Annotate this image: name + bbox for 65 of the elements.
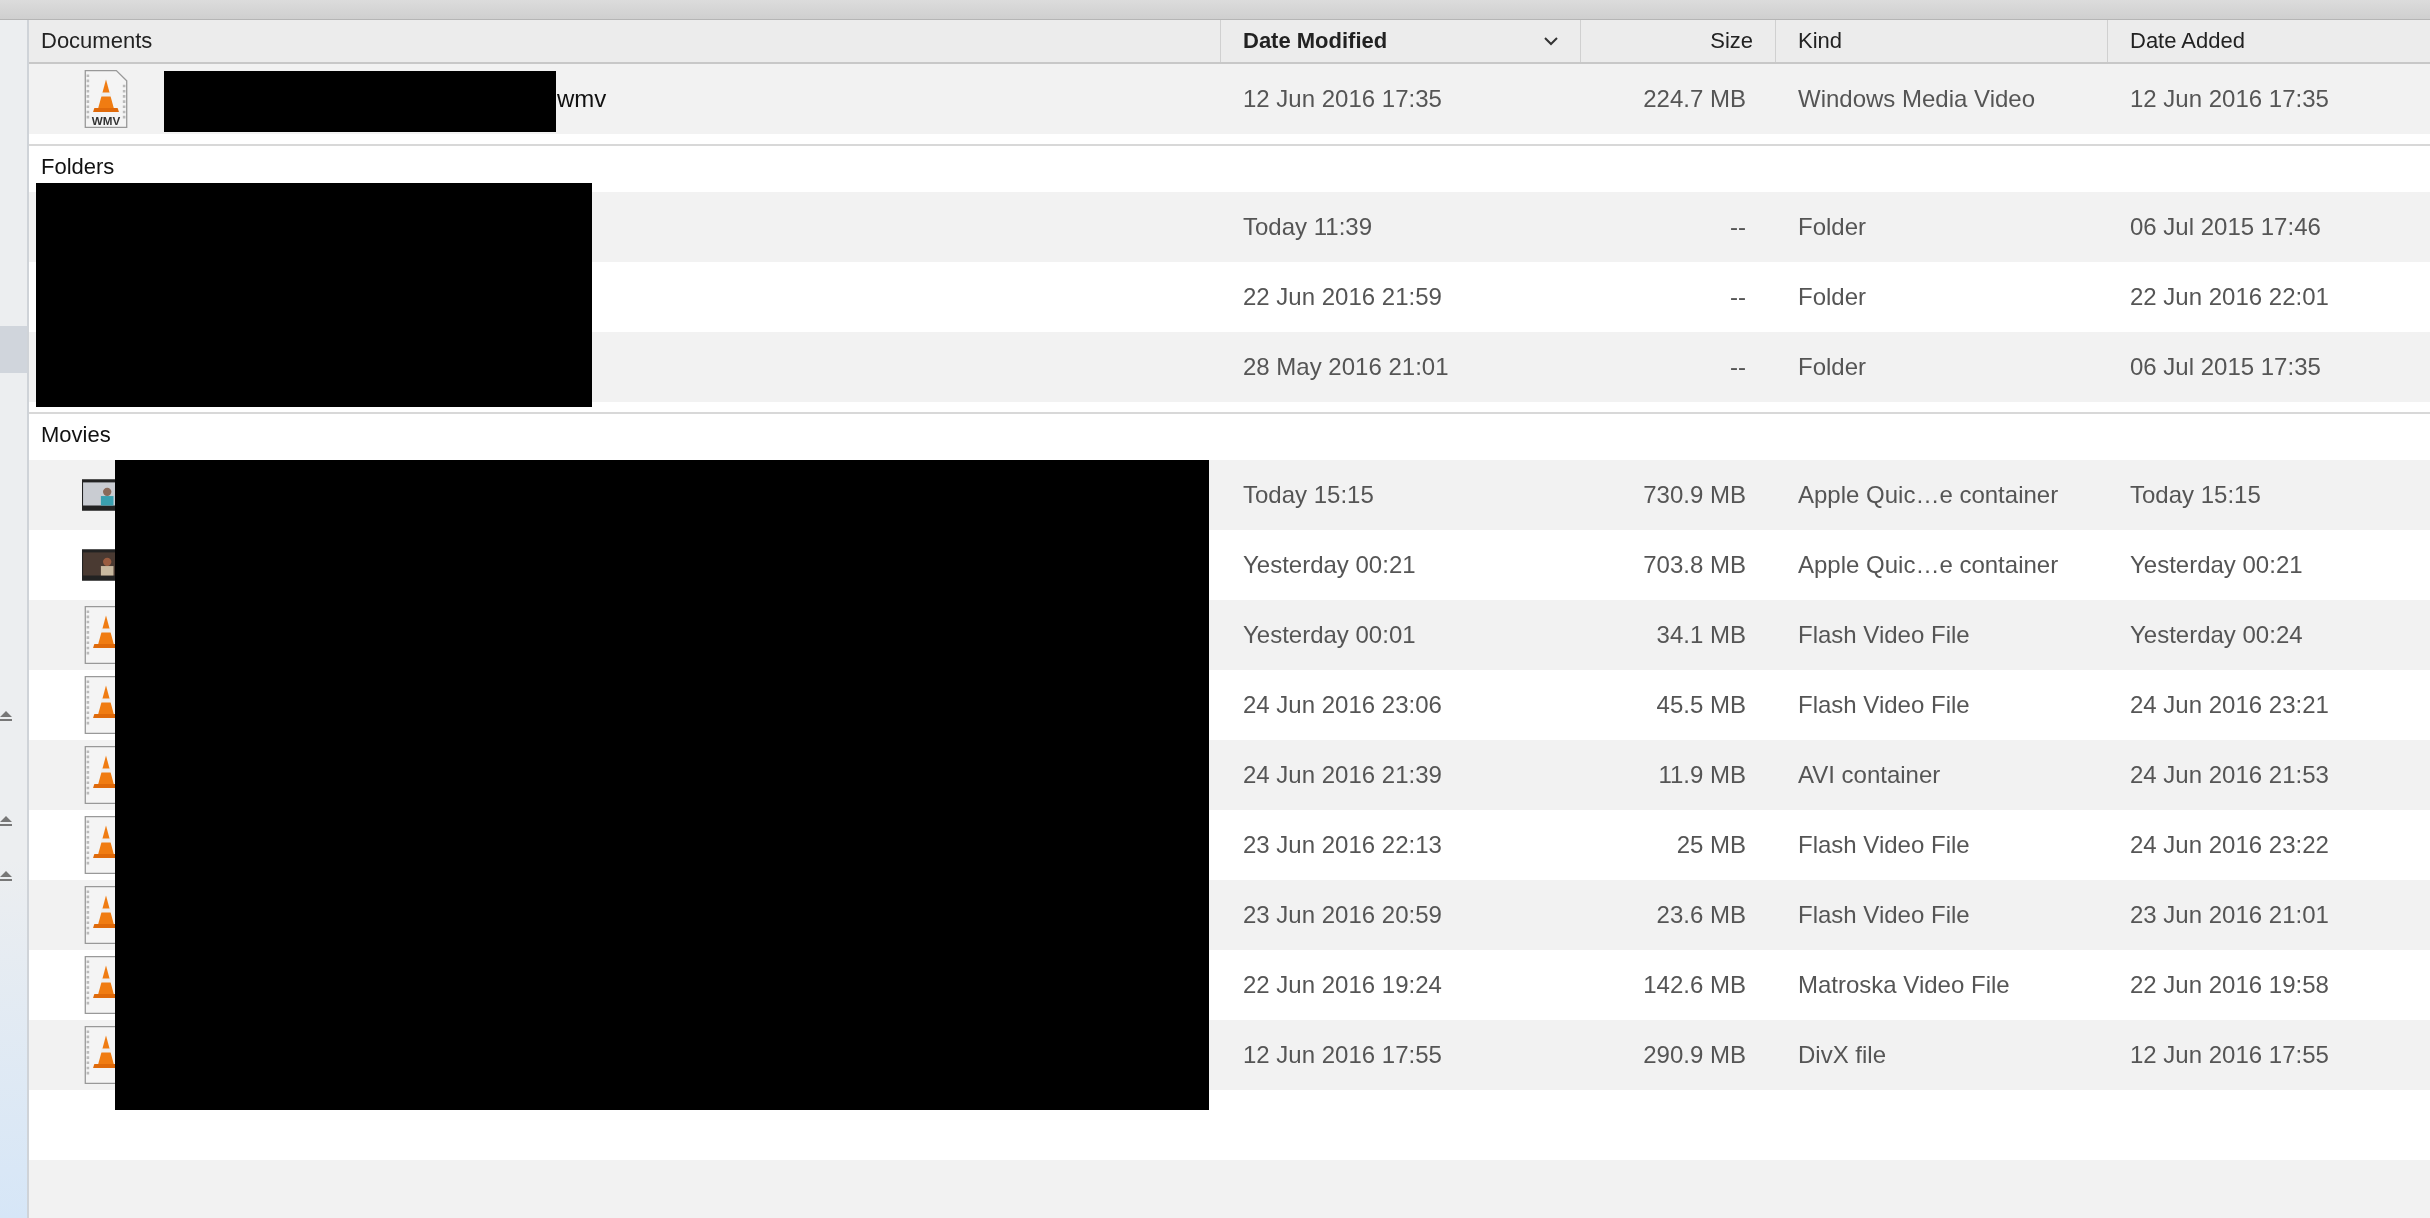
table-cell: Flash Video File xyxy=(1798,831,1970,859)
table-cell: 22 Jun 2016 21:59 xyxy=(1243,283,1442,311)
column-header[interactable]: Kind xyxy=(1776,20,2108,62)
group-title: Movies xyxy=(41,422,111,448)
table-cell: Apple Quic…e container xyxy=(1798,551,2059,579)
table-cell: 224.7 MB xyxy=(1643,85,1746,113)
file-name: wmv xyxy=(557,85,607,113)
table-cell: 290.9 MB xyxy=(1643,1041,1746,1069)
table-cell: 24 Jun 2016 23:22 xyxy=(2130,831,2329,859)
table-cell: Matroska Video File xyxy=(1798,971,2010,999)
table-cell: Today 15:15 xyxy=(1243,481,1374,509)
table-cell: 22 Jun 2016 19:24 xyxy=(1243,971,1442,999)
table-cell: Folder xyxy=(1798,283,1867,311)
table-cell: DivX file xyxy=(1798,1041,1887,1069)
table-cell: 45.5 MB xyxy=(1656,691,1746,719)
table-cell: AVI container xyxy=(1798,761,1941,789)
table-cell: 22 Jun 2016 22:01 xyxy=(2130,283,2329,311)
column-header[interactable]: Date Added xyxy=(2108,20,2430,62)
table-cell: 24 Jun 2016 21:39 xyxy=(1243,761,1442,789)
table-cell: 142.6 MB xyxy=(1643,971,1746,999)
table-cell: 06 Jul 2015 17:35 xyxy=(2130,353,2321,381)
table-cell: 22 Jun 2016 19:58 xyxy=(2130,971,2329,999)
eject-icon[interactable] xyxy=(0,710,12,722)
table-cell: 23.6 MB xyxy=(1656,901,1746,929)
video-file-icon: WMV xyxy=(84,69,128,129)
table-cell: Folder xyxy=(1798,213,1867,241)
table-cell: Yesterday 00:21 xyxy=(2130,551,2303,579)
table-cell: Apple Quic…e container xyxy=(1798,481,2059,509)
table-cell: 12 Jun 2016 17:35 xyxy=(1243,85,1442,113)
table-cell: 34.1 MB xyxy=(1656,621,1746,649)
table-cell: Flash Video File xyxy=(1798,901,1970,929)
table-cell: Flash Video File xyxy=(1798,621,1970,649)
table-cell: Yesterday 00:21 xyxy=(1243,551,1416,579)
table-cell: 12 Jun 2016 17:55 xyxy=(2130,1041,2329,1069)
table-cell: 12 Jun 2016 17:55 xyxy=(1243,1041,1442,1069)
table-cell: Today 11:39 xyxy=(1243,213,1372,241)
chevron-icon xyxy=(1544,36,1558,46)
table-cell: Yesterday 00:24 xyxy=(2130,621,2303,649)
table-cell: 24 Jun 2016 23:06 xyxy=(1243,691,1442,719)
table-cell: 24 Jun 2016 23:21 xyxy=(2130,691,2329,719)
table-cell: -- xyxy=(1730,353,1746,381)
table-cell: Windows Media Video xyxy=(1798,85,2035,113)
table-cell: 28 May 2016 21:01 xyxy=(1243,353,1449,381)
table-cell: Yesterday 00:01 xyxy=(1243,621,1416,649)
table-cell: 23 Jun 2016 20:59 xyxy=(1243,901,1442,929)
group-title: Folders xyxy=(41,154,115,180)
table-cell: 703.8 MB xyxy=(1643,551,1746,579)
column-header[interactable]: Documents xyxy=(29,20,1221,62)
column-header[interactable]: Date Modified xyxy=(1221,20,1581,62)
table-cell: 25 MB xyxy=(1676,831,1746,859)
table-cell: 11.9 MB xyxy=(1658,761,1746,789)
table-cell: Folder xyxy=(1798,353,1867,381)
eject-icon[interactable] xyxy=(0,870,12,882)
table-cell: 730.9 MB xyxy=(1643,481,1746,509)
table-cell: Flash Video File xyxy=(1798,691,1970,719)
table-cell: 12 Jun 2016 17:35 xyxy=(2130,85,2329,113)
table-cell: -- xyxy=(1730,283,1746,311)
table-cell: 24 Jun 2016 21:53 xyxy=(2130,761,2329,789)
table-cell: Today 15:15 xyxy=(2130,481,2261,509)
eject-icon[interactable] xyxy=(0,815,12,827)
table-cell: -- xyxy=(1730,213,1746,241)
column-header[interactable]: Size xyxy=(1581,20,1776,62)
table-cell: 23 Jun 2016 22:13 xyxy=(1243,831,1442,859)
table-cell: 23 Jun 2016 21:01 xyxy=(2130,901,2329,929)
table-cell: 06 Jul 2015 17:46 xyxy=(2130,213,2321,241)
